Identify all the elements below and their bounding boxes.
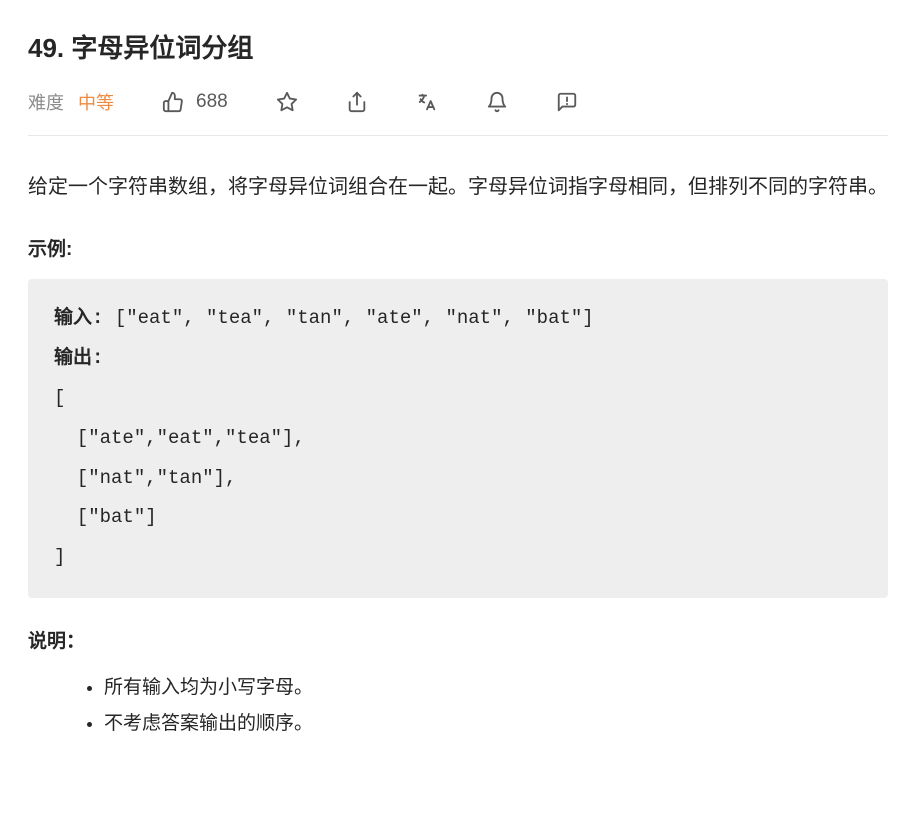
input-label: 输入:: [54, 307, 115, 329]
translate-icon[interactable]: [416, 91, 438, 113]
star-icon[interactable]: [276, 91, 298, 113]
share-icon[interactable]: [346, 91, 368, 113]
bell-icon[interactable]: [486, 91, 508, 113]
output-label: 输出:: [54, 347, 103, 369]
example-label: 示例:: [28, 234, 888, 261]
output-value: [ ["ate","eat","tea"], ["nat","tan"], ["…: [54, 387, 305, 569]
list-item: 所有输入均为小写字母。: [104, 671, 888, 705]
example-code-block: 输入: ["eat", "tea", "tan", "ate", "nat", …: [28, 279, 888, 598]
feedback-icon[interactable]: [556, 91, 578, 113]
notes-label: 说明：: [28, 626, 888, 653]
problem-title: 49. 字母异位词分组: [28, 28, 888, 65]
notes-list: 所有输入均为小写字母。 不考虑答案输出的顺序。: [28, 671, 888, 741]
likes-group[interactable]: 688: [162, 91, 228, 113]
difficulty-label: 难度: [28, 89, 64, 115]
input-value: ["eat", "tea", "tan", "ate", "nat", "bat…: [115, 307, 594, 329]
thumbs-up-icon[interactable]: [162, 91, 184, 113]
list-item: 不考虑答案输出的顺序。: [104, 707, 888, 741]
difficulty-value: 中等: [78, 89, 114, 115]
problem-description: 给定一个字符串数组，将字母异位词组合在一起。字母异位词指字母相同，但排列不同的字…: [28, 168, 888, 206]
meta-row: 难度 中等 688: [28, 89, 888, 136]
difficulty-group: 难度 中等: [28, 89, 114, 115]
likes-count: 688: [196, 91, 228, 113]
